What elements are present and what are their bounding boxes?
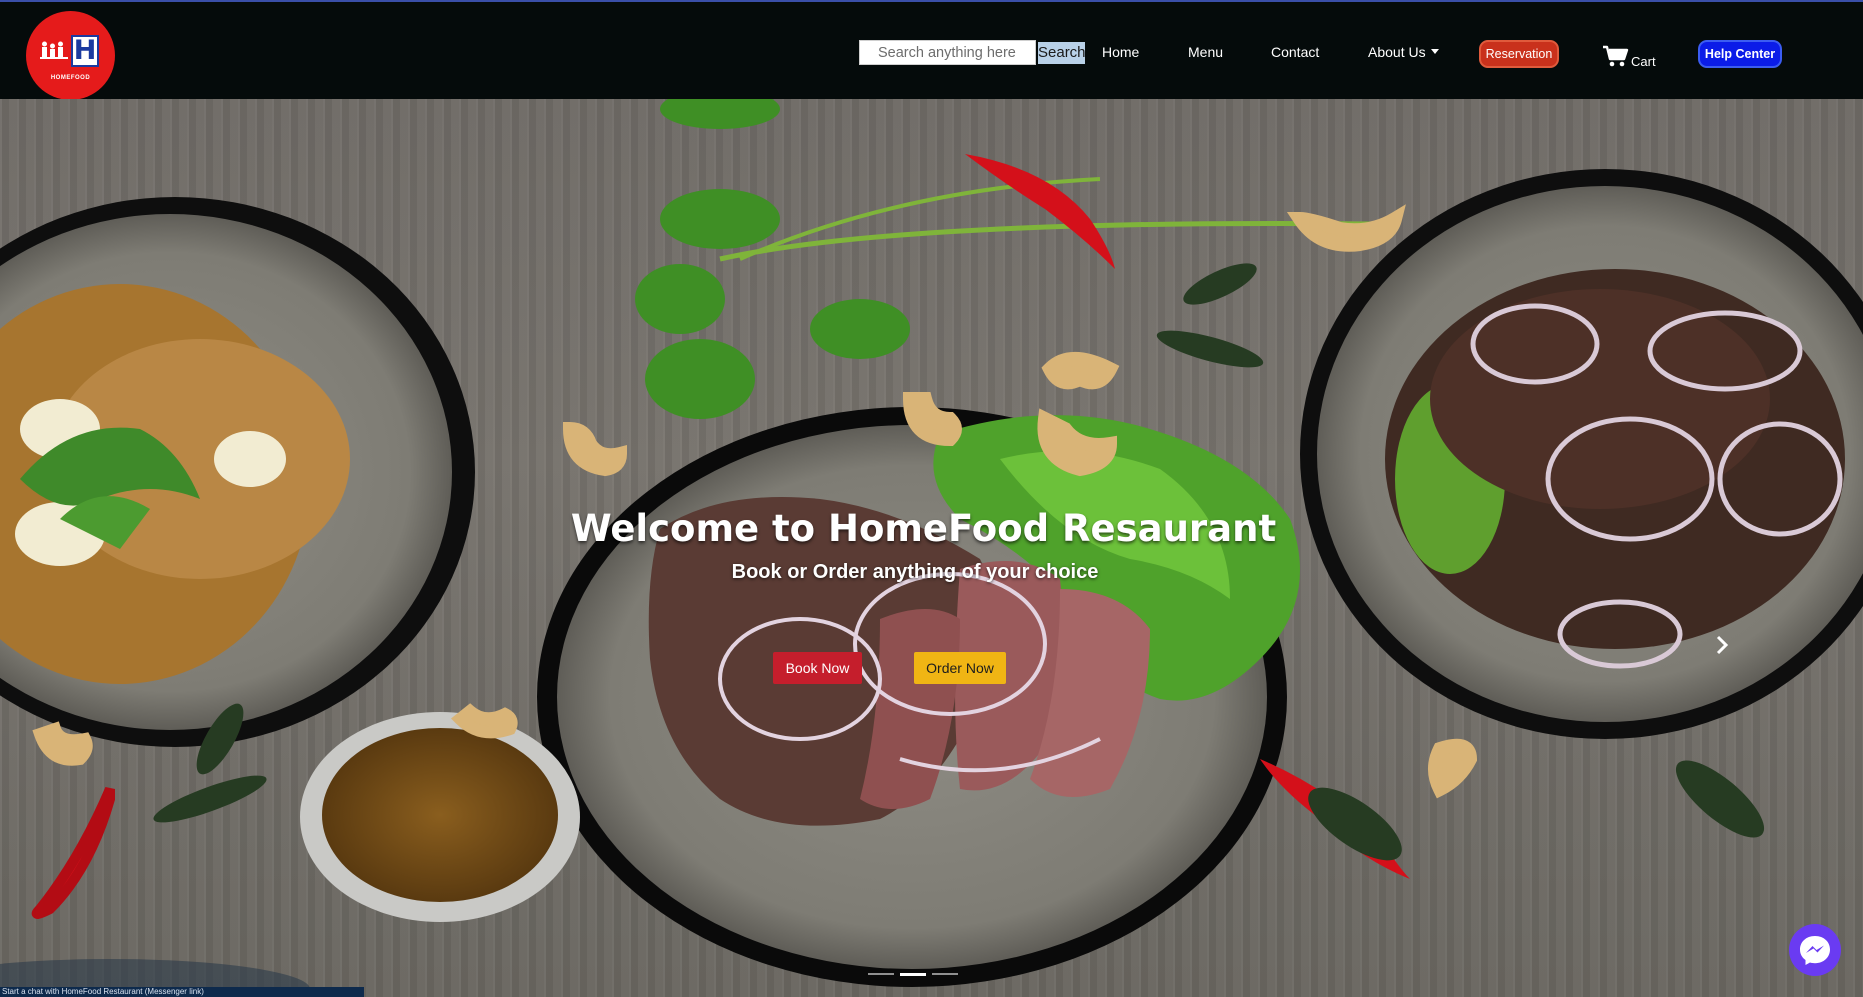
search-input[interactable] bbox=[859, 40, 1036, 65]
reservation-button[interactable]: Reservation bbox=[1479, 40, 1559, 68]
nav-link-home[interactable]: Home bbox=[1102, 44, 1139, 60]
nav-link-menu[interactable]: Menu bbox=[1188, 44, 1223, 60]
logo-figures-icon bbox=[40, 41, 68, 59]
hero-carousel: Welcome to HomeFood Resaurant Book or Or… bbox=[0, 99, 1863, 997]
homefood-logo[interactable]: H HOMEFOOD bbox=[26, 11, 115, 100]
browser-status-bar: Start a chat with HomeFood Restaurant (M… bbox=[0, 987, 364, 997]
carousel-indicator-2[interactable] bbox=[900, 973, 926, 976]
cart-label: Cart bbox=[1631, 54, 1656, 69]
messenger-chat-button[interactable] bbox=[1789, 924, 1841, 976]
caret-down-icon bbox=[1430, 49, 1439, 54]
cart-icon bbox=[1603, 45, 1629, 67]
book-now-button[interactable]: Book Now bbox=[773, 652, 862, 684]
hero-title-text: Welcome to HomeFood Resaurant bbox=[570, 507, 1277, 550]
hero-subtitle: Book or Order anything of your choice bbox=[731, 561, 1099, 583]
chevron-right-icon[interactable] bbox=[1712, 632, 1734, 658]
messenger-icon bbox=[1800, 936, 1830, 965]
nav-link-about-us[interactable]: About Us bbox=[1368, 44, 1439, 60]
about-us-label: About Us bbox=[1368, 44, 1426, 60]
order-now-button[interactable]: Order Now bbox=[914, 652, 1006, 684]
carousel-indicator-3[interactable] bbox=[932, 973, 958, 975]
nav-link-contact[interactable]: Contact bbox=[1271, 44, 1319, 60]
logo-text: HOMEFOOD bbox=[50, 75, 91, 81]
carousel-indicator-1[interactable] bbox=[868, 973, 894, 975]
help-center-button[interactable]: Help Center bbox=[1698, 40, 1782, 68]
logo-letter: H bbox=[71, 35, 99, 67]
hero-title: Welcome to HomeFood Resaurant bbox=[0, 507, 1863, 550]
search-button[interactable]: Search bbox=[1038, 42, 1086, 64]
carousel-indicators bbox=[868, 973, 958, 977]
top-navbar: H HOMEFOOD Search Home Menu Contact Abou… bbox=[0, 2, 1863, 100]
